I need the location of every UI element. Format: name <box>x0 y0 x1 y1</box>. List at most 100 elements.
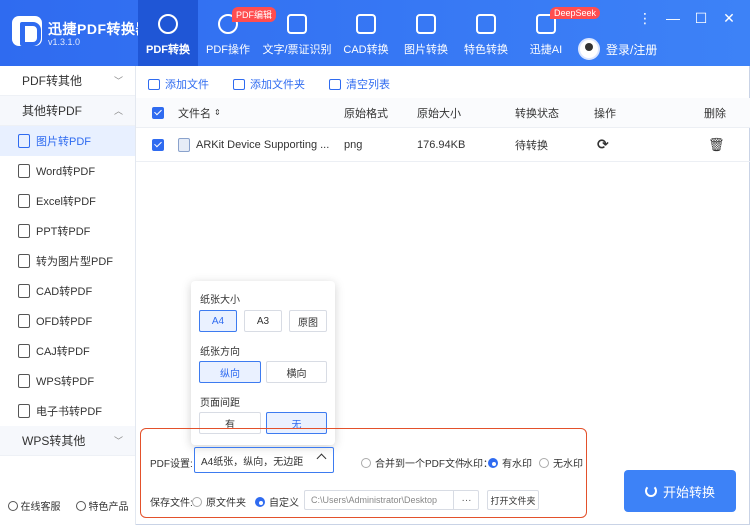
nav-label: 文字/票证识别 <box>262 44 332 56</box>
add-folder-button[interactable]: 添加文件夹 <box>233 76 305 92</box>
add-file-button[interactable]: 添加文件 <box>148 76 209 92</box>
nav-pdf-tools[interactable]: PDF操作 PDF编辑 <box>198 0 277 66</box>
sidebar-item-wps-to-pdf[interactable]: WPS转PDF <box>0 366 135 396</box>
orientation-landscape[interactable]: 横向 <box>266 361 327 383</box>
table-row[interactable]: ARKit Device Supporting ... png 176.94KB… <box>136 128 750 162</box>
login-button[interactable]: 登录/注册 <box>578 38 657 60</box>
nav-label: 特色转换 <box>464 44 508 56</box>
chevron-up-icon: ︿ <box>113 106 123 116</box>
item-label: PPT转PDF <box>36 226 91 238</box>
sidebar-item-image-pdf[interactable]: 转为图片型PDF <box>0 246 135 276</box>
save-original-option[interactable]: 原文件夹 <box>192 494 246 509</box>
minimize-icon[interactable]: — <box>666 10 680 27</box>
pdf-settings-value: A4纸张，纵向，无边距 <box>201 456 304 468</box>
top-bar: 迅捷PDF转换器 v1.3.1.0 PDF转换 PDF操作 PDF编辑 文字/票… <box>0 0 750 66</box>
maximize-icon[interactable]: ☐ <box>694 10 708 27</box>
wps-icon <box>18 374 30 388</box>
item-label: 图片转PDF <box>36 136 91 148</box>
clear-list-button[interactable]: 清空列表 <box>329 76 390 92</box>
refresh-icon[interactable]: ⟳ <box>597 128 609 161</box>
sidebar-item-cad-to-pdf[interactable]: CAD转PDF <box>0 276 135 306</box>
nav-cad[interactable]: CAD转换 <box>336 0 396 66</box>
group-label: WPS转其他 <box>22 434 86 448</box>
sidebar-item-ofd-to-pdf[interactable]: OFD转PDF <box>0 306 135 336</box>
orientation-portrait[interactable]: 纵向 <box>199 361 261 383</box>
paper-size-a4[interactable]: A4 <box>199 310 237 332</box>
paper-size-label: 纸张大小 <box>200 295 240 306</box>
checkbox-checked-icon <box>152 106 164 119</box>
sidebar-item-image-to-pdf[interactable]: 图片转PDF <box>0 126 135 156</box>
start-convert-button[interactable]: 开始转换 <box>624 470 736 512</box>
headset-icon <box>7 500 18 511</box>
avatar <box>578 38 600 60</box>
row-checkbox[interactable] <box>152 128 164 161</box>
header-label: 操作 <box>594 107 616 120</box>
col-format-header: 原始格式 <box>344 98 388 127</box>
nav-special[interactable]: 特色转换 <box>456 0 516 66</box>
cad-icon <box>356 14 376 34</box>
watermark-yes-option[interactable]: 有水印 <box>488 455 532 470</box>
select-all-checkbox[interactable] <box>152 98 164 127</box>
sidebar-item-ebook-to-pdf[interactable]: 电子书转PDF <box>0 396 135 426</box>
radio-checked-icon <box>488 457 498 468</box>
nav-ocr[interactable]: 文字/票证识别 <box>258 0 336 66</box>
radio-icon <box>192 496 202 507</box>
merge-option[interactable]: 合并到一个PDF文件 <box>361 455 465 470</box>
window-controls: ⋮ — ☐ ✕ <box>638 10 736 27</box>
header-label: 删除 <box>704 107 726 120</box>
nav-image[interactable]: 图片转换 <box>396 0 456 66</box>
sidebar-group-wps-to-other[interactable]: WPS转其他 ﹀ <box>0 426 135 456</box>
start-label: 开始转换 <box>662 484 715 500</box>
format-cell: png <box>344 138 363 151</box>
featured-products-link[interactable]: 特色产品 <box>75 498 129 513</box>
sidebar-group-other-to-pdf[interactable]: 其他转PDF ︿ <box>0 96 135 126</box>
orientation-label: 纸张方向 <box>200 347 240 358</box>
badge: DeepSeek <box>550 7 601 19</box>
sidebar-group-pdf-to-other[interactable]: PDF转其他 ﹀ <box>0 66 135 96</box>
app-name: 迅捷PDF转换器 <box>48 21 150 37</box>
delete-icon[interactable]: 🗑 <box>708 128 725 161</box>
header-label: 文件名 <box>178 107 211 120</box>
paper-size-original[interactable]: 原图 <box>289 310 327 332</box>
chevron-down-icon: ﹀ <box>113 76 123 86</box>
item-label: OFD转PDF <box>36 316 93 328</box>
open-folder-button[interactable]: 打开文件夹 <box>487 490 539 510</box>
header-label: 原始格式 <box>344 107 388 120</box>
file-name: ARKit Device Supporting ... <box>196 138 330 151</box>
sort-icon: ⇕ <box>214 108 221 117</box>
col-name-header[interactable]: 文件名 ⇕ <box>178 98 221 127</box>
nav-ai[interactable]: 迅捷AI DeepSeek <box>516 0 601 66</box>
cad-icon <box>18 284 30 298</box>
item-label: Word转PDF <box>36 166 96 178</box>
watermark-no-option[interactable]: 无水印 <box>539 455 583 470</box>
save-custom-label: 自定义 <box>269 498 299 509</box>
settings-icon[interactable]: ⋮ <box>638 10 652 27</box>
group-label: 其他转PDF <box>22 104 83 118</box>
trash-icon <box>329 78 341 90</box>
online-service-link[interactable]: 在线客服 <box>7 498 61 513</box>
sidebar: PDF转其他 ﹀ 其他转PDF ︿ 图片转PDF Word转PDF Excel转… <box>0 66 136 525</box>
item-label: CAD转PDF <box>36 286 93 298</box>
sidebar-item-caj-to-pdf[interactable]: CAJ转PDF <box>0 336 135 366</box>
sidebar-item-ppt-to-pdf[interactable]: PPT转PDF <box>0 216 135 246</box>
chevron-up-icon <box>316 453 327 464</box>
add-file-icon <box>148 78 160 90</box>
margin-label: 页面间距 <box>200 398 240 409</box>
col-action-header: 操作 <box>594 98 616 127</box>
nav-label: CAD转换 <box>343 44 389 56</box>
file-name-cell: ARKit Device Supporting ... <box>178 128 329 161</box>
add-file-label: 添加文件 <box>165 79 209 91</box>
nav-pdf-convert[interactable]: PDF转换 <box>138 0 198 66</box>
word-icon <box>18 164 30 178</box>
item-label: WPS转PDF <box>36 376 95 388</box>
radio-checked-icon <box>255 496 265 507</box>
close-icon[interactable]: ✕ <box>722 10 736 27</box>
browse-button[interactable]: ··· <box>453 490 479 510</box>
login-label: 登录/注册 <box>606 42 658 57</box>
conversion-settings: PDF设置: A4纸张，纵向，无边距 合并到一个PDF文件 水印： 有水印 无水… <box>140 428 587 518</box>
sidebar-item-excel-to-pdf[interactable]: Excel转PDF <box>0 186 135 216</box>
sidebar-item-word-to-pdf[interactable]: Word转PDF <box>0 156 135 186</box>
pdf-settings-select[interactable]: A4纸张，纵向，无边距 <box>194 447 334 473</box>
paper-size-a3[interactable]: A3 <box>244 310 282 332</box>
save-custom-option[interactable]: 自定义 <box>255 494 299 509</box>
